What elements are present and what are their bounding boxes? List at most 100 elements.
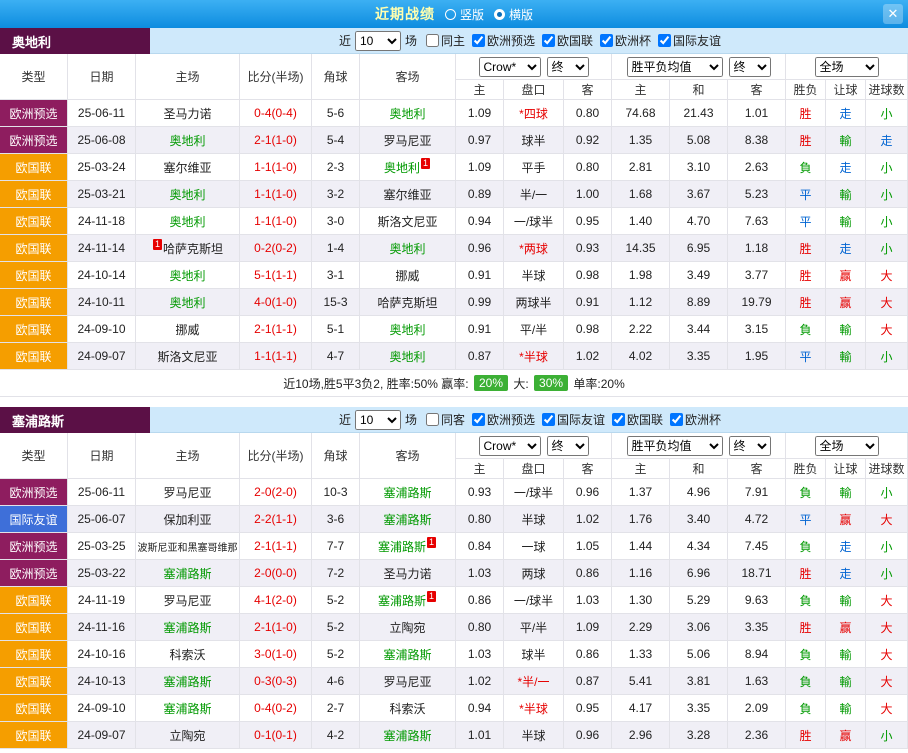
- handicap-outcome: 輸: [826, 208, 866, 235]
- odds-home: 0.94: [456, 208, 504, 235]
- team-name-text: 奥地利: [389, 105, 425, 122]
- odds-stage-select[interactable]: 终: [547, 436, 589, 456]
- odds-home: 1.01: [456, 722, 504, 749]
- avg-select[interactable]: 胜平负均值: [627, 436, 723, 456]
- filter-option[interactable]: 欧洲预选: [472, 411, 535, 428]
- filter-checkbox[interactable]: [426, 413, 439, 426]
- goals-outcome: 大: [866, 668, 908, 695]
- avg-home: 1.98: [612, 262, 670, 289]
- odds-away: 0.80: [564, 154, 612, 181]
- away-team: 奥地利: [360, 100, 456, 127]
- sub-header: 让球: [826, 80, 866, 100]
- match-score: 1-1(1-0): [240, 181, 312, 208]
- radio-vertical-label: 竖版: [460, 6, 484, 23]
- handicap-line: 两球半: [504, 289, 564, 316]
- avg-away: 3.35: [728, 614, 786, 641]
- table-row: 欧国联24-11-18奥地利1-1(1-0)3-0斯洛文尼亚0.94一/球半0.…: [0, 208, 908, 235]
- handicap-outcome: 赢: [826, 722, 866, 749]
- corner-count: 5-4: [312, 127, 360, 154]
- avg-select[interactable]: 胜平负均值: [627, 57, 723, 77]
- sub-header: 盘口: [504, 459, 564, 479]
- avg-home: 1.33: [612, 641, 670, 668]
- filter-checkbox[interactable]: [612, 413, 625, 426]
- filter-option[interactable]: 欧洲杯: [670, 411, 721, 428]
- bookmaker-select[interactable]: Crow*: [479, 57, 541, 77]
- away-team: 塞浦路斯1: [360, 533, 456, 560]
- table-row: 欧洲预选25-03-25波斯尼亚和黑塞哥维那2-1(1-1)7-7塞浦路斯10.…: [0, 533, 908, 560]
- filter-checkbox[interactable]: [600, 34, 613, 47]
- goals-outcome: 大: [866, 641, 908, 668]
- filter-option[interactable]: 国际友谊: [542, 411, 605, 428]
- team-name: 塞浦路斯: [0, 407, 150, 433]
- odds-away: 0.91: [564, 289, 612, 316]
- filter-checkbox[interactable]: [472, 34, 485, 47]
- match-score: 1-1(1-0): [240, 208, 312, 235]
- match-date: 25-03-21: [68, 181, 136, 208]
- filter-option[interactable]: 同客: [426, 411, 465, 428]
- filter-option[interactable]: 欧国联: [542, 32, 593, 49]
- table-row: 欧洲预选25-03-22塞浦路斯2-0(0-0)7-2圣马力诺1.03两球0.8…: [0, 560, 908, 587]
- filter-checkbox[interactable]: [658, 34, 671, 47]
- scope-select-group: 全场: [786, 433, 908, 459]
- handicap-outcome: 輸: [826, 587, 866, 614]
- odds-home: 0.87: [456, 343, 504, 370]
- filter-option[interactable]: 欧洲杯: [600, 32, 651, 49]
- odds-stage-select[interactable]: 终: [547, 57, 589, 77]
- team-name-text: 罗马尼亚: [163, 484, 211, 501]
- sub-header: 客: [728, 459, 786, 479]
- match-score: 4-1(2-0): [240, 587, 312, 614]
- table-row: 欧国联24-11-141哈萨克斯坦0-2(0-2)1-4奥地利0.96*两球0.…: [0, 235, 908, 262]
- layout-radio-vertical[interactable]: 竖版: [445, 6, 484, 23]
- avg-home: 14.35: [612, 235, 670, 262]
- sub-header: 主: [456, 80, 504, 100]
- team-name-text: 罗马尼亚: [163, 592, 211, 609]
- filter-checkbox[interactable]: [472, 413, 485, 426]
- away-team: 塞浦路斯: [360, 479, 456, 506]
- column-header: 类型: [0, 54, 68, 100]
- team-name-text: 斯洛文尼亚: [377, 213, 437, 230]
- close-icon[interactable]: ✕: [883, 4, 903, 24]
- wdl-outcome: 平: [786, 506, 826, 533]
- scope-select[interactable]: 全场: [815, 436, 879, 456]
- filter-checkbox[interactable]: [542, 34, 555, 47]
- odds-home: 1.03: [456, 641, 504, 668]
- filter-checkbox[interactable]: [670, 413, 683, 426]
- match-type-badge: 国际友谊: [0, 506, 68, 533]
- team-name-text: 奥地利: [389, 321, 425, 338]
- handicap-line: 一/球半: [504, 587, 564, 614]
- sub-header: 进球数: [866, 80, 908, 100]
- avg-draw: 5.08: [670, 127, 728, 154]
- filter-option-label: 欧洲预选: [487, 32, 535, 49]
- table-row: 欧国联24-10-14奥地利5-1(1-1)3-1挪威0.91半球0.981.9…: [0, 262, 908, 289]
- filter-option[interactable]: 国际友谊: [658, 32, 721, 49]
- match-score: 4-0(1-0): [240, 289, 312, 316]
- layout-radio-horizontal[interactable]: 横版: [494, 6, 533, 23]
- avg-home: 2.81: [612, 154, 670, 181]
- match-score: 0-4(0-2): [240, 695, 312, 722]
- home-team: 挪威: [136, 316, 240, 343]
- avg-stage-select[interactable]: 终: [729, 436, 771, 456]
- handicap-line: 平/半: [504, 614, 564, 641]
- corner-count: 5-2: [312, 614, 360, 641]
- filter-checkbox[interactable]: [542, 413, 555, 426]
- avg-stage-select[interactable]: 终: [729, 57, 771, 77]
- filter-checkbox[interactable]: [426, 34, 439, 47]
- filter-option[interactable]: 欧洲预选: [472, 32, 535, 49]
- avg-away: 9.63: [728, 587, 786, 614]
- scope-select[interactable]: 全场: [815, 57, 879, 77]
- team-name-text: 奥地利: [389, 240, 425, 257]
- goals-outcome: 小: [866, 154, 908, 181]
- filter-option[interactable]: 欧国联: [612, 411, 663, 428]
- avg-away: 2.63: [728, 154, 786, 181]
- avg-away: 8.94: [728, 641, 786, 668]
- recent-count-select[interactable]: 10: [355, 410, 401, 430]
- odds-home: 0.94: [456, 695, 504, 722]
- match-date: 24-09-07: [68, 722, 136, 749]
- bookmaker-select-group: Crow* 终: [456, 54, 612, 80]
- team-name-text: 挪威: [395, 267, 419, 284]
- bookmaker-select[interactable]: Crow*: [479, 436, 541, 456]
- filter-option[interactable]: 同主: [426, 32, 465, 49]
- match-type-badge: 欧国联: [0, 154, 68, 181]
- recent-count-select[interactable]: 10: [355, 31, 401, 51]
- avg-select-group: 胜平负均值终: [612, 54, 786, 80]
